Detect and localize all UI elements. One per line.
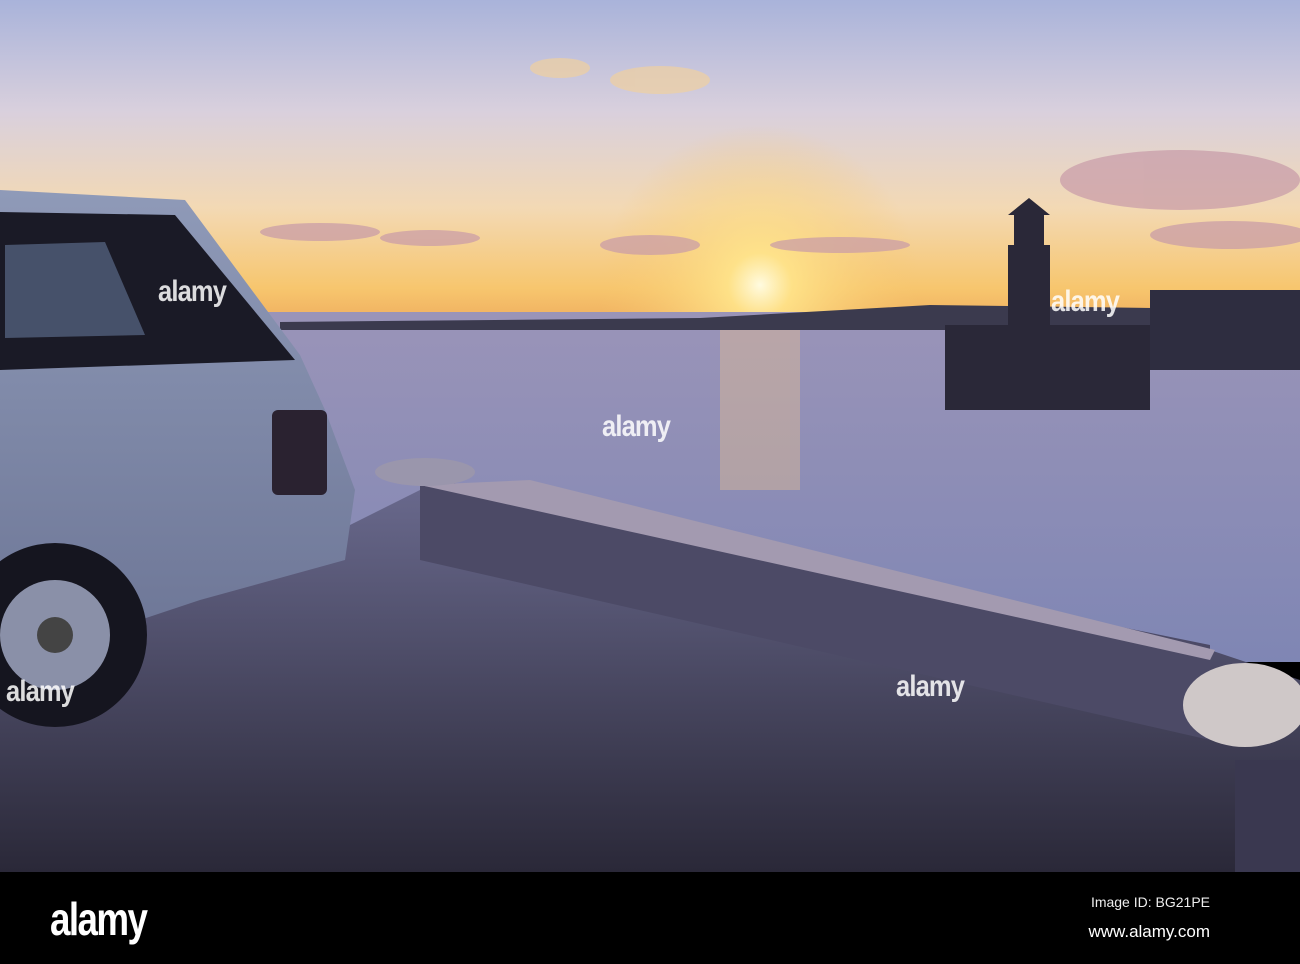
watermark: alamy [158, 275, 227, 308]
watermark: alamy [6, 675, 75, 708]
footer-bar: alamy Image ID: BG21PE www.alamy.com [0, 872, 1300, 964]
watermark: alamy [1051, 285, 1120, 318]
watermark: alamy [896, 670, 965, 703]
alamy-logo: alamy [50, 893, 148, 945]
image-id: Image ID: BG21PE [1090, 894, 1210, 910]
watermark: alamy [602, 410, 671, 443]
site-url: www.alamy.com [1088, 922, 1210, 941]
